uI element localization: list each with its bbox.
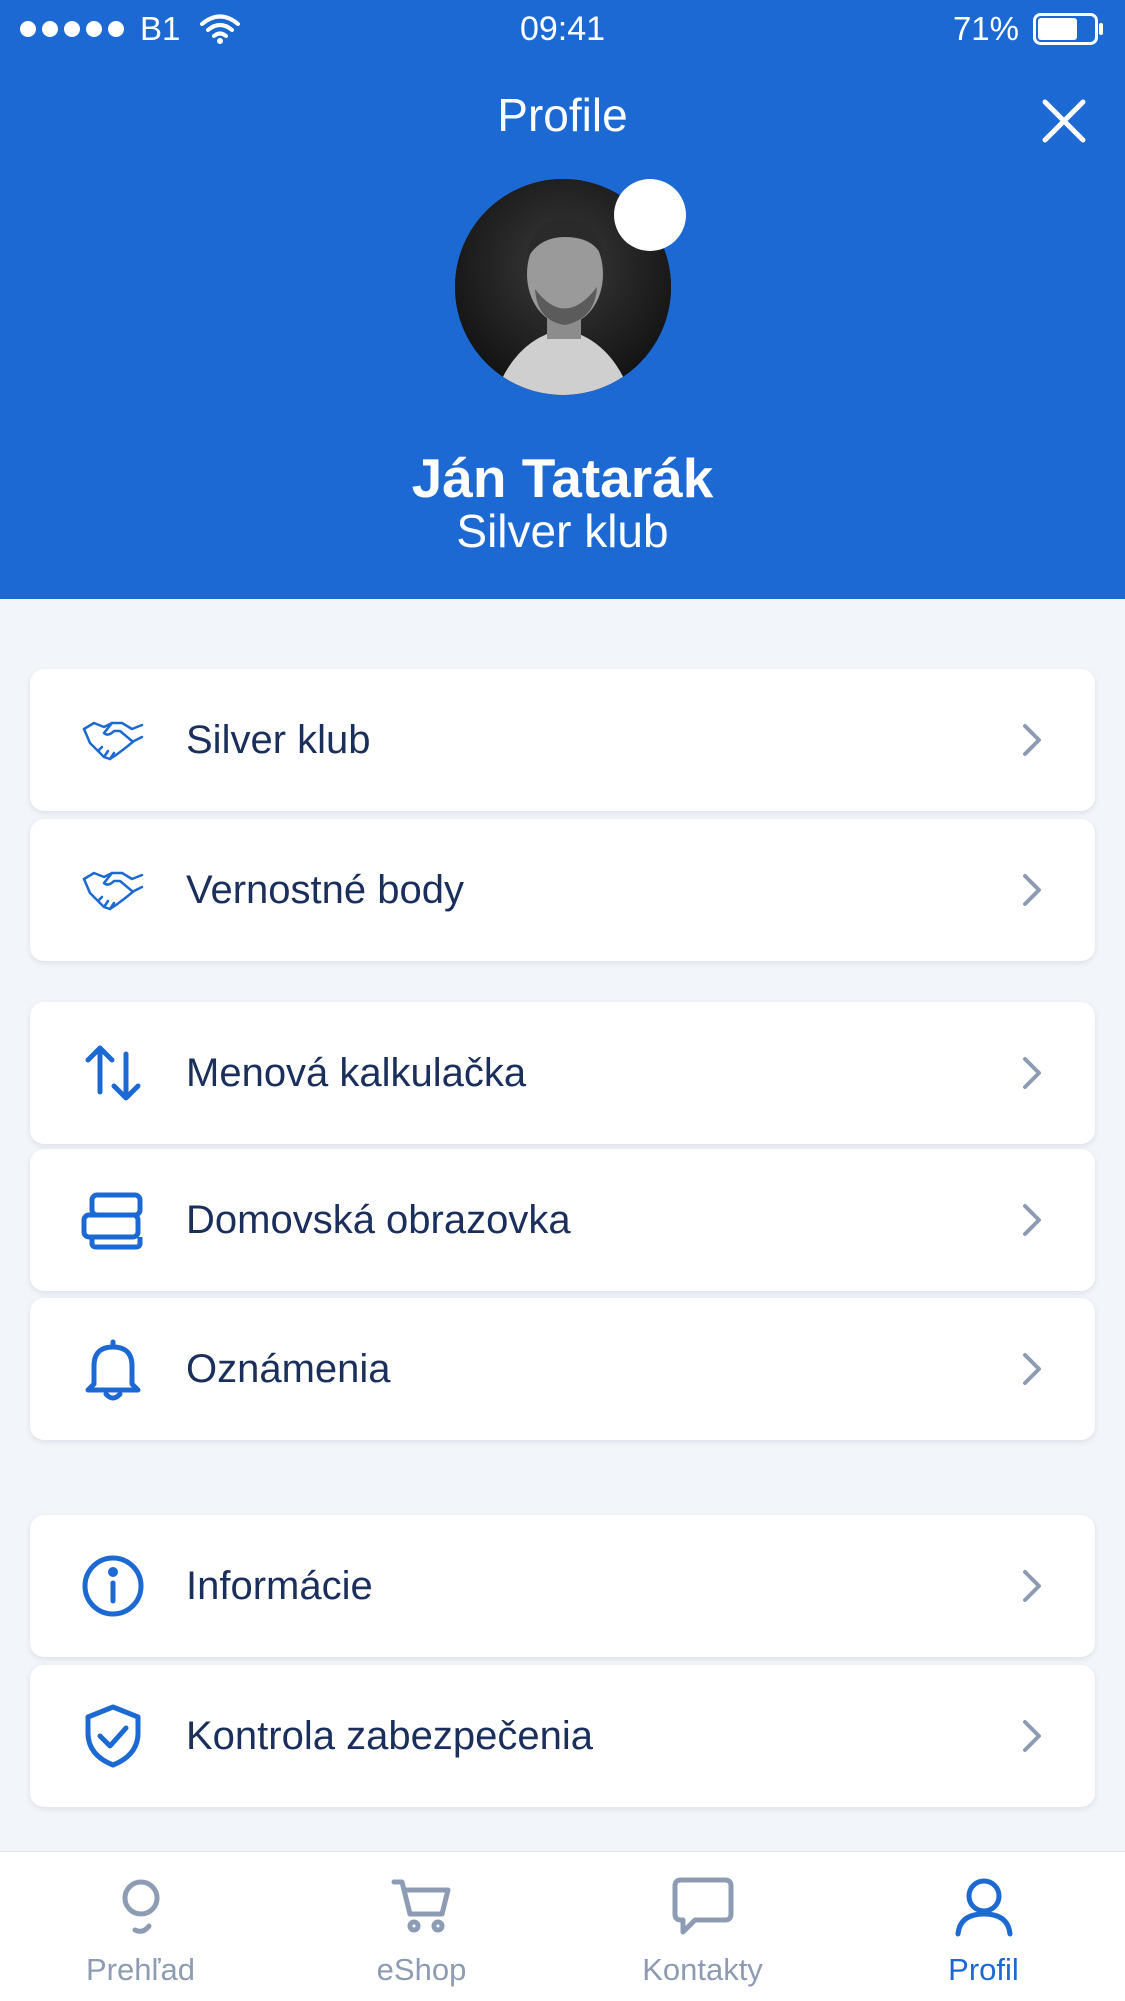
tab-label: Profil — [948, 1952, 1019, 1987]
chevron-right-icon — [1023, 1720, 1041, 1752]
chevron-right-icon — [1023, 874, 1041, 906]
menu-item-domovska-obrazovka[interactable]: Domovská obrazovka — [30, 1149, 1095, 1291]
menu-item-label: Kontrola zabezpečenia — [186, 1713, 593, 1758]
user-club: Silver klub — [456, 505, 669, 557]
menu-item-informacie[interactable]: Informácie — [30, 1515, 1095, 1657]
tab-profil[interactable]: Profil — [843, 1852, 1124, 2001]
menu-item-vernostne-body[interactable]: Vernostné body — [30, 819, 1095, 961]
overview-icon — [122, 1879, 159, 1934]
page-title: Profile — [497, 89, 628, 141]
menu-item-menova-kalkulacka[interactable]: Menová kalkulačka — [30, 1002, 1095, 1144]
exchange-arrows-icon — [80, 1040, 146, 1106]
menu-item-label: Vernostné body — [186, 867, 464, 912]
battery-icon — [1033, 13, 1103, 45]
tab-prehlad[interactable]: Prehľad — [0, 1852, 281, 2001]
cart-icon — [391, 1879, 450, 1933]
avatar-edit-badge[interactable] — [614, 179, 686, 251]
status-bar: B1 09:41 71% — [0, 0, 1125, 58]
chat-icon — [672, 1877, 733, 1935]
chevron-right-icon — [1023, 1204, 1041, 1236]
chevron-right-icon — [1023, 1057, 1041, 1089]
menu-item-label: Oznámenia — [186, 1346, 391, 1391]
bell-icon — [80, 1336, 146, 1402]
tab-label: Kontakty — [642, 1952, 763, 1987]
battery-percent: 71% — [952, 10, 1019, 47]
tab-eshop[interactable]: eShop — [281, 1852, 562, 2001]
chevron-right-icon — [1023, 1353, 1041, 1385]
menu-item-silver-klub[interactable]: Silver klub — [30, 669, 1095, 811]
tab-bar: Prehľad eShop Kontakty Profil — [0, 1851, 1125, 2001]
info-icon — [80, 1553, 146, 1619]
menu-item-label: Domovská obrazovka — [186, 1197, 571, 1242]
chevron-right-icon — [1023, 724, 1041, 756]
handshake-icon — [80, 707, 146, 773]
user-icon — [955, 1878, 1012, 1937]
shield-check-icon — [80, 1703, 146, 1769]
menu-item-label: Menová kalkulačka — [186, 1050, 527, 1095]
close-icon[interactable] — [1039, 96, 1089, 146]
status-right: 71% — [953, 10, 1105, 48]
menu-item-label: Informácie — [186, 1563, 373, 1608]
chevron-right-icon — [1023, 1570, 1041, 1602]
user-name: Ján Tatarák — [411, 447, 714, 509]
profile-header: B1 09:41 71% Profile Ján Tatarák Silver … — [0, 0, 1125, 599]
menu-item-kontrola-zabezpecenia[interactable]: Kontrola zabezpečenia — [30, 1665, 1095, 1807]
tab-label: Prehľad — [86, 1952, 195, 1987]
tab-label: eShop — [376, 1952, 467, 1987]
handshake-icon — [80, 857, 146, 923]
tab-kontakty[interactable]: Kontakty — [562, 1852, 843, 2001]
menu-item-label: Silver klub — [186, 717, 371, 762]
home-screen-icon — [80, 1187, 146, 1253]
menu-item-oznamenia[interactable]: Oznámenia — [30, 1298, 1095, 1440]
